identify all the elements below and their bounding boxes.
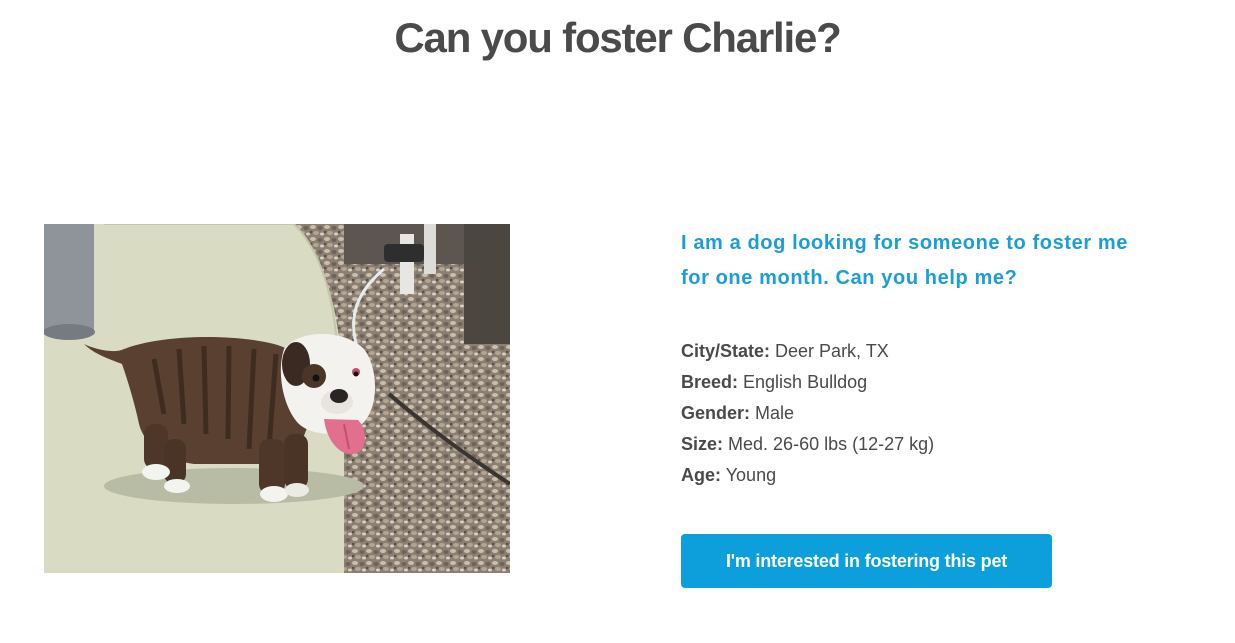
page-title: Can you foster Charlie? [394, 14, 841, 61]
detail-label: Age: [681, 465, 721, 485]
detail-age: Age: Young [681, 460, 1161, 491]
detail-value: Young [725, 465, 777, 485]
detail-value: Deer Park, TX [775, 341, 889, 361]
detail-size: Size: Med. 26-60 lbs (12-27 kg) [681, 429, 1161, 460]
pet-tagline: I am a dog looking for someone to foster… [681, 232, 1128, 289]
detail-value: English Bulldog [743, 372, 868, 392]
dog-photo-image [44, 224, 510, 573]
detail-value: Med. 26-60 lbs (12-27 kg) [728, 434, 935, 454]
pet-details-list: City/State: Deer Park, TX Breed: English… [681, 336, 1161, 491]
detail-gender: Gender: Male [681, 398, 1161, 429]
pet-photo [44, 224, 510, 573]
pet-info: I am a dog looking for someone to foster… [681, 226, 1181, 588]
detail-value: Male [755, 403, 795, 423]
foster-interest-button[interactable]: I'm interested in fostering this pet [681, 534, 1052, 588]
detail-label: City/State: [681, 341, 771, 361]
detail-label: Size: [681, 434, 724, 454]
detail-breed: Breed: English Bulldog [681, 367, 1161, 398]
detail-label: Gender: [681, 403, 751, 423]
detail-city-state: City/State: Deer Park, TX [681, 336, 1161, 367]
detail-label: Breed: [681, 372, 739, 392]
